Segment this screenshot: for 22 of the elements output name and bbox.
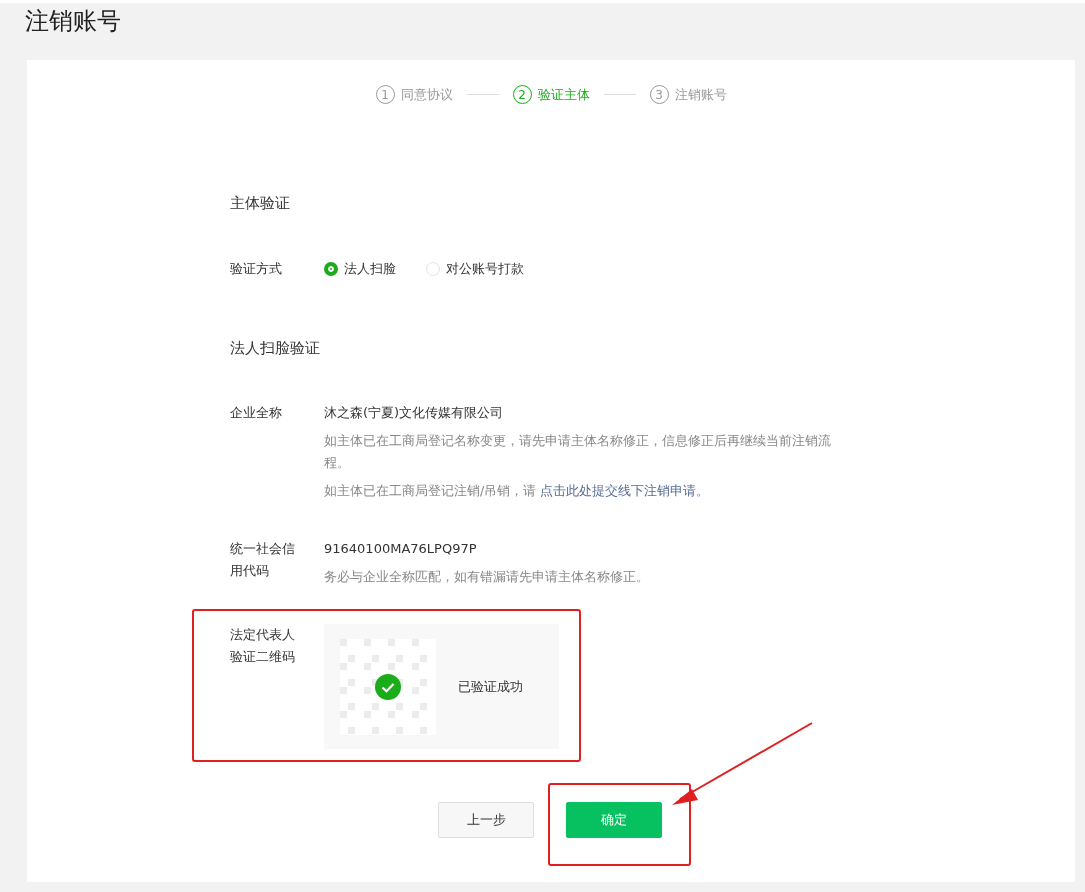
field-label: 企业全称 — [230, 404, 283, 422]
hint-text: 务必与企业全称匹配，如有错漏请先申请主体名称修正。 — [324, 568, 650, 586]
field-label: 法定代表人验证二维码 — [230, 626, 296, 666]
hint-text: 如主体已在工商局登记注销/吊销，请 点击此处提交线下注销申请。 — [324, 482, 711, 500]
step-label: 同意协议 — [400, 85, 453, 104]
section-title: 主体验证 — [230, 194, 291, 213]
offline-application-link[interactable]: 点击此处提交线下注销申请。 — [540, 483, 710, 498]
page-title: 注销账号 — [24, 6, 122, 37]
step-label: 验证主体 — [537, 85, 590, 104]
previous-step-button[interactable]: 上一步 — [438, 802, 534, 838]
step-label: 注销账号 — [674, 85, 727, 104]
field-label: 统一社会信用代码 — [230, 540, 296, 580]
field-value: 沐之森(宁夏)文化传媒有限公司 — [324, 404, 505, 422]
section-title: 法人扫脸验证 — [230, 339, 321, 358]
radio-option[interactable]: 法人扫脸 — [324, 260, 396, 278]
hint-text: 如主体已在工商局登记名称变更，请先申请主体名称修正，信息修正后再继续当前注销流程。 — [324, 432, 832, 472]
field-label: 验证方式 — [230, 260, 283, 278]
radio-option[interactable]: 对公账号打款 — [426, 260, 524, 278]
field-value: 91640100MA76LPQ97P — [324, 540, 478, 558]
verification-status: 已验证成功 — [458, 677, 523, 696]
step-connector — [466, 94, 499, 95]
step-connector — [603, 94, 636, 95]
